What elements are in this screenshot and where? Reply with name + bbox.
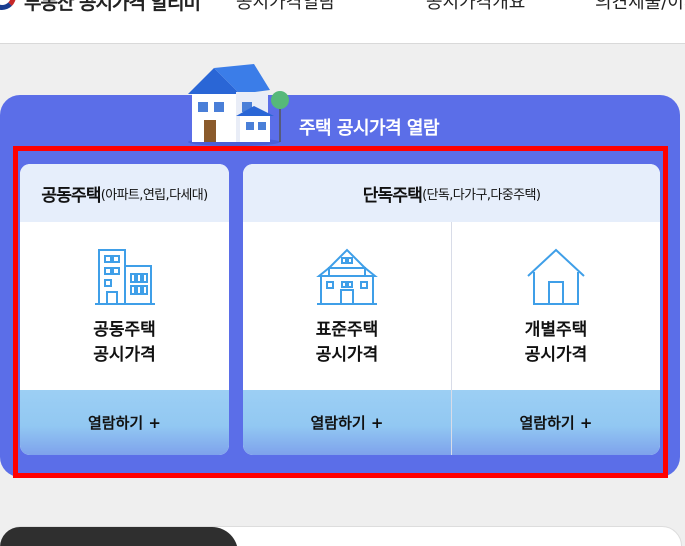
house-illustration-icon — [188, 64, 289, 146]
top-navigation: 부동산 공시가격 알리미 공시가격열람 공시가격개요 의견제출/이의신청 — [0, 0, 685, 44]
nav-item-price-view[interactable]: 공시가격열람 — [236, 0, 335, 14]
site-logo-icon[interactable] — [0, 0, 16, 10]
site-title[interactable]: 부동산 공시가격 알리미 — [24, 0, 201, 15]
nav-item-objection[interactable]: 의견제출/이의신청 — [595, 0, 685, 14]
nav-item-price-overview[interactable]: 공시가격개요 — [426, 0, 525, 14]
panel-title: 주택 공시가격 열람 — [299, 118, 440, 139]
highlight-box — [13, 146, 668, 478]
bottom-section-tab[interactable] — [0, 527, 238, 546]
